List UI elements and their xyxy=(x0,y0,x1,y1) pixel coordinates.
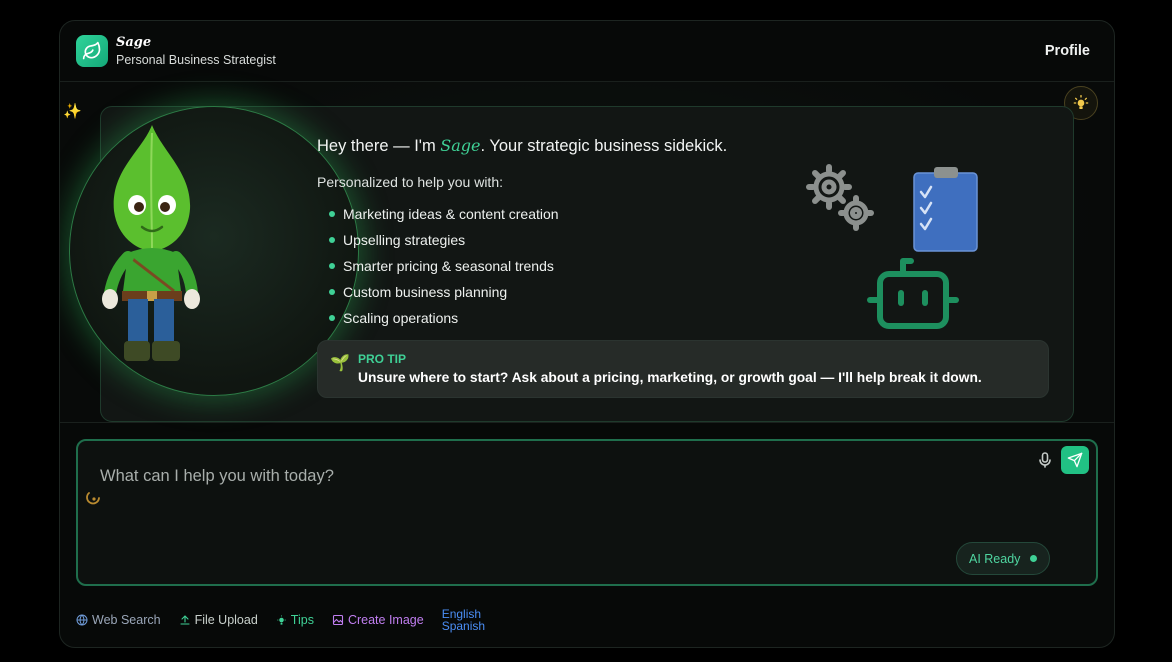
leaf-icon xyxy=(76,35,108,67)
welcome-area: ✨ Hey there — I'm Sage. Your strategic b… xyxy=(60,82,1114,423)
upload-icon xyxy=(180,615,190,625)
send-icon xyxy=(1067,452,1083,468)
pro-tip: 🌱 PRO TIP Unsure where to start? Ask abo… xyxy=(317,340,1049,398)
greeting-suffix: . Your strategic business sidekick. xyxy=(480,137,728,155)
greeting-name: Sage xyxy=(440,136,481,155)
mascot-image xyxy=(102,125,200,361)
seedling-icon: 🌱 xyxy=(330,355,350,372)
profile-link[interactable]: Profile xyxy=(1045,43,1090,59)
greeting: Hey there — I'm Sage. Your strategic bus… xyxy=(317,136,727,156)
brand-subtitle: Personal Business Strategist xyxy=(116,53,276,67)
image-icon xyxy=(332,614,344,626)
send-button[interactable] xyxy=(1061,446,1089,474)
globe-icon xyxy=(76,614,88,626)
app-window: Sage Personal Business Strategist Profil… xyxy=(59,20,1115,648)
sparkle-icon: ✨ xyxy=(63,103,82,120)
status-label: AI Ready xyxy=(969,551,1021,566)
feature-item: Smarter pricing & seasonal trends xyxy=(329,258,559,284)
microphone-icon xyxy=(1039,452,1051,468)
welcome-card: Hey there — I'm Sage. Your strategic bus… xyxy=(69,106,1074,422)
web-search-label: Web Search xyxy=(92,613,161,627)
web-search-button[interactable]: Web Search xyxy=(76,613,161,627)
toolbar: Web Search File Upload Tips Create Image… xyxy=(76,607,485,633)
clipboard-icon xyxy=(913,167,978,252)
brand-name: Sage xyxy=(116,35,152,50)
composer: AI Ready xyxy=(76,439,1098,586)
intro-text: Personalized to help you with: xyxy=(317,174,503,190)
lightbulb-icon xyxy=(1073,95,1089,109)
feature-item: Marketing ideas & content creation xyxy=(329,206,559,232)
status-badge: AI Ready xyxy=(956,542,1050,575)
tips-label: Tips xyxy=(290,613,314,627)
create-image-button[interactable]: Create Image xyxy=(332,613,424,627)
loader-icon xyxy=(86,489,102,509)
microphone-button[interactable] xyxy=(1038,452,1052,473)
status-dot xyxy=(1030,555,1038,562)
greeting-prefix: Hey there — I'm xyxy=(317,137,441,155)
bulb-icon xyxy=(277,614,286,625)
file-upload-button[interactable]: File Upload xyxy=(179,613,258,627)
feature-item: Custom business planning xyxy=(329,284,559,310)
language-switch: English Spanish xyxy=(442,608,485,632)
pro-tip-text: Unsure where to start? Ask about a prici… xyxy=(358,370,982,385)
file-upload-label: File Upload xyxy=(194,613,258,627)
language-spanish[interactable]: Spanish xyxy=(442,620,485,632)
pro-tip-label: PRO TIP xyxy=(358,352,407,366)
brand: Sage Personal Business Strategist xyxy=(116,35,276,68)
create-image-label: Create Image xyxy=(347,613,424,627)
message-input[interactable] xyxy=(100,467,1000,486)
feature-item: Upselling strategies xyxy=(329,232,559,258)
gears-icon xyxy=(806,164,874,231)
header: Sage Personal Business Strategist Profil… xyxy=(60,21,1114,82)
mascot-frame xyxy=(69,106,359,396)
tips-button[interactable]: Tips xyxy=(276,613,314,627)
robot-icon xyxy=(867,258,959,329)
feature-item: Scaling operations xyxy=(329,310,559,336)
feature-list: Marketing ideas & content creation Upsel… xyxy=(329,206,559,336)
